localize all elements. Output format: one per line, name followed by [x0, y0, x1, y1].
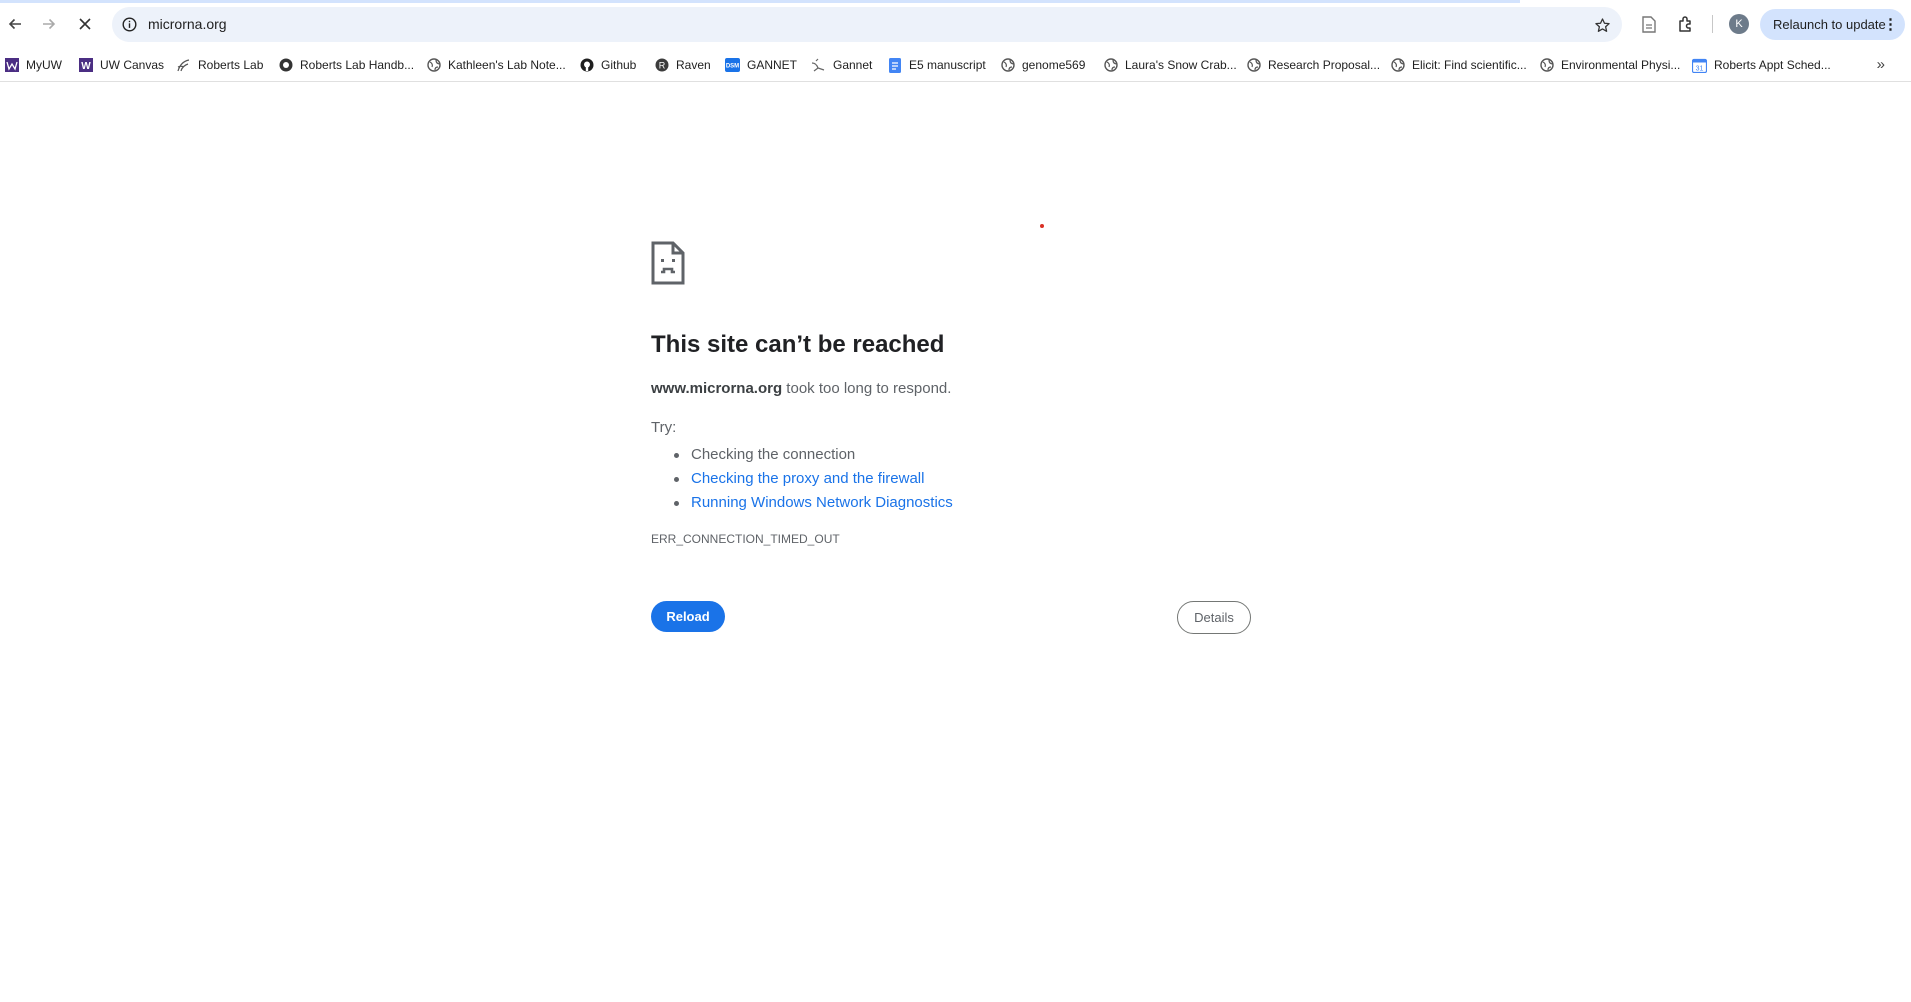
error-host: www.microrna.org [651, 380, 783, 397]
toolbar-divider [1712, 15, 1713, 33]
bookmark-label: Elicit: Find scientific... [1412, 58, 1527, 72]
sad-page-icon [651, 241, 685, 285]
bookmark-lauras-snow-crab[interactable]: Laura's Snow Crab... [1103, 48, 1237, 82]
error-code: ERR_CONNECTION_TIMED_OUT [651, 532, 840, 546]
bookmark-myuw[interactable]: MyUW [4, 48, 62, 82]
bookmark-label: E5 manuscript [909, 58, 986, 72]
back-button[interactable] [0, 9, 30, 39]
bookmark-uw-canvas[interactable]: W UW Canvas [78, 48, 164, 82]
globe-icon [1539, 58, 1554, 73]
bookmark-label: Research Proposal... [1268, 58, 1381, 72]
bookmark-gannet[interactable]: Gannet [811, 48, 872, 82]
bookmark-label: Environmental Physi... [1561, 58, 1681, 72]
github-icon [579, 58, 594, 73]
bookmark-roberts-lab-handbook[interactable]: Roberts Lab Handb... [278, 48, 414, 82]
reading-list-icon[interactable] [1637, 12, 1661, 36]
bookmark-label: MyUW [26, 58, 62, 72]
relaunch-label: Relaunch to update [1773, 17, 1886, 32]
bookmark-label: Kathleen's Lab Note... [448, 58, 566, 72]
svg-text:R: R [658, 61, 665, 71]
bookmark-elicit[interactable]: Elicit: Find scientific... [1390, 48, 1527, 82]
docs-icon [887, 57, 902, 73]
globe-icon [1103, 58, 1118, 73]
reload-button[interactable]: Reload [651, 601, 725, 632]
bookmarks-bar: MyUW W UW Canvas Roberts Lab Roberts Lab… [0, 48, 1911, 82]
suggestions-list: Checking the connection Checking the pro… [674, 443, 953, 515]
browser-toolbar: microrna.org K Relaunch to update ⋮ [0, 0, 1911, 48]
error-title: This site can’t be reached [651, 331, 945, 358]
bookmark-label: Roberts Lab [198, 58, 264, 72]
globe-icon [1390, 58, 1405, 73]
bookmark-label: Laura's Snow Crab... [1125, 58, 1237, 72]
bookmark-roberts-lab[interactable]: Roberts Lab [176, 48, 263, 82]
forward-button[interactable] [34, 9, 64, 39]
dsm-icon: DSM [725, 58, 740, 73]
calendar-icon: 31 [1692, 58, 1707, 73]
forward-arrow-icon [43, 18, 56, 30]
bookmark-environmental-physiology[interactable]: Environmental Physi... [1539, 48, 1680, 82]
error-description: www.microrna.org took too long to respon… [651, 380, 951, 397]
bookmark-label: genome569 [1022, 58, 1086, 72]
globe-dark-icon [278, 58, 293, 73]
chevron-double-right-icon[interactable]: » [1877, 48, 1885, 82]
globe-icon [1246, 58, 1261, 73]
bookmark-genome569[interactable]: genome569 [1000, 48, 1085, 82]
bookmark-github[interactable]: Github [579, 48, 636, 82]
robertslab-icon [176, 58, 191, 73]
error-description-rest: took too long to respond. [782, 380, 952, 397]
address-bar[interactable]: microrna.org [112, 7, 1622, 42]
svg-text:W: W [81, 61, 91, 72]
bookmark-research-proposal[interactable]: Research Proposal... [1246, 48, 1380, 82]
uw-w-icon: W [78, 58, 93, 73]
uw-icon [4, 58, 19, 73]
bookmark-label: Roberts Lab Handb... [300, 58, 415, 72]
site-info-icon[interactable] [120, 15, 139, 34]
bookmark-label: Github [601, 58, 637, 72]
bookmark-label: Gannet [833, 58, 873, 72]
svg-text:31: 31 [1696, 65, 1704, 72]
bookmark-label: UW Canvas [100, 58, 165, 72]
url-text[interactable]: microrna.org [148, 7, 227, 42]
details-button[interactable]: Details [1177, 601, 1251, 634]
try-label: Try: [651, 419, 677, 436]
bird-icon [811, 58, 826, 73]
svg-text:DSM: DSM [726, 64, 739, 70]
bookmark-star-icon[interactable] [1590, 13, 1614, 37]
globe-icon [1000, 58, 1015, 73]
bookmark-label: Raven [676, 58, 711, 72]
red-dot-marker [1040, 224, 1044, 228]
bookmark-gannet-dsm[interactable]: DSM GANNET [725, 48, 797, 82]
suggestion-check-connection: Checking the connection [674, 443, 953, 467]
back-arrow-icon [8, 18, 21, 30]
loading-progress-bar [0, 0, 1520, 3]
relaunch-to-update-button[interactable]: Relaunch to update ⋮ [1760, 9, 1905, 40]
bookmark-label: Roberts Appt Sched... [1714, 58, 1831, 72]
menu-kebab-icon[interactable]: ⋮ [1883, 9, 1898, 40]
extensions-icon[interactable] [1674, 12, 1698, 36]
suggestion-network-diagnostics-link[interactable]: Running Windows Network Diagnostics [674, 491, 953, 515]
close-icon [79, 18, 91, 30]
stop-loading-button[interactable] [70, 9, 100, 39]
bookmark-raven[interactable]: R Raven [654, 48, 711, 82]
raven-icon: R [654, 58, 669, 73]
bookmark-e5-manuscript[interactable]: E5 manuscript [887, 48, 986, 82]
profile-avatar[interactable]: K [1729, 14, 1749, 34]
globe-icon [426, 58, 441, 73]
bookmark-kathleens-lab-notebook[interactable]: Kathleen's Lab Note... [426, 48, 566, 82]
suggestion-check-proxy-link[interactable]: Checking the proxy and the firewall [674, 467, 953, 491]
bookmark-label: GANNET [747, 58, 798, 72]
bookmark-roberts-appt-scheduler[interactable]: 31 Roberts Appt Sched... [1692, 48, 1831, 82]
